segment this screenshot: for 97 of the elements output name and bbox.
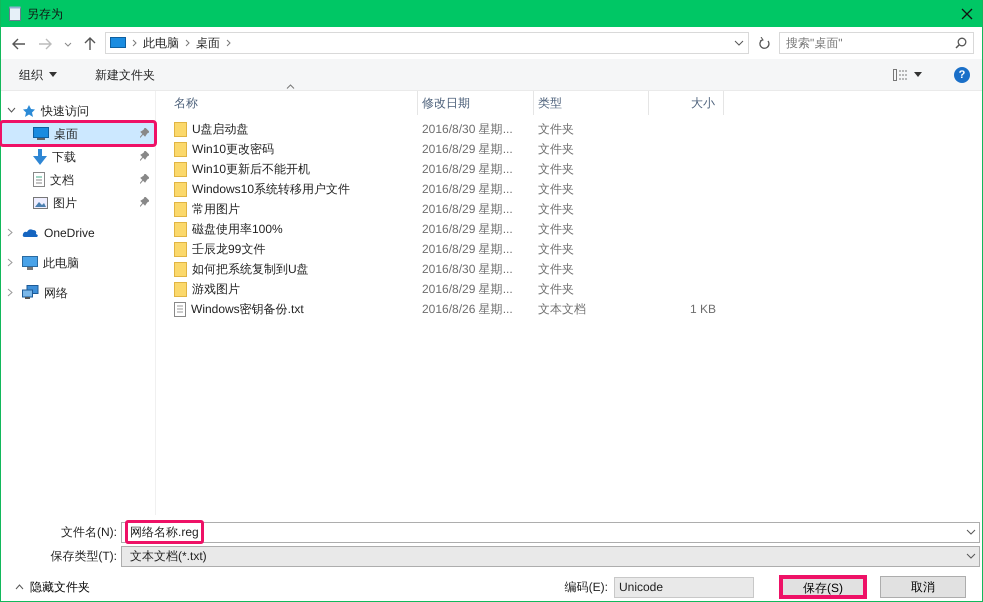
file-name-cell[interactable]: Windows密钥备份.txt <box>170 300 418 318</box>
type-cell-text: 文件夹 <box>537 141 575 158</box>
search-icon <box>955 37 967 49</box>
caret-icon <box>966 553 976 559</box>
size-cell-text: 1 KB <box>688 301 717 318</box>
file-name-cell[interactable]: 壬辰龙99文件 <box>170 240 418 258</box>
date-cell-text: 2016/8/30 星期... <box>421 261 514 278</box>
field-label: 保存类型(T): <box>49 548 118 565</box>
type-cell-text: 文件夹 <box>537 281 575 298</box>
dialog-button[interactable]: 取消 <box>880 576 966 598</box>
sidebar-item[interactable]: 文档 <box>1 168 155 191</box>
folder-icon <box>174 202 187 216</box>
dialog-button[interactable]: 保存(S) <box>780 576 866 598</box>
column-header[interactable]: 修改日期 <box>418 91 534 115</box>
sidebar-item[interactable]: 桌面 <box>1 122 155 145</box>
date-cell-text: 2016/8/29 星期... <box>421 201 514 218</box>
encoding-label: 编码(E): <box>564 579 608 596</box>
text-file-icon <box>174 302 186 316</box>
window-title: 另存为 <box>27 6 63 22</box>
folder-icon <box>174 282 187 296</box>
picture-icon <box>33 196 48 208</box>
date-cell-text: 2016/8/29 星期... <box>421 181 514 198</box>
column-header[interactable]: 大小 <box>649 91 724 115</box>
file-name-cell[interactable]: 游戏图片 <box>170 280 418 298</box>
caret-icon <box>914 72 922 77</box>
sidebar-item[interactable]: OneDrive <box>1 221 155 244</box>
type-cell-text: 文件夹 <box>537 221 575 238</box>
sidebar-item[interactable]: 图片 <box>1 191 155 214</box>
caret-icon <box>49 72 57 77</box>
new-folder-button[interactable]: 新建文件夹 <box>89 64 161 86</box>
file-name-cell[interactable]: Windows10系统转移用户文件 <box>170 180 418 198</box>
date-cell-text: 2016/8/29 星期... <box>421 161 514 178</box>
folder-icon <box>174 162 187 176</box>
type-cell-text: 文件夹 <box>537 241 575 258</box>
file-name-cell[interactable]: 常用图片 <box>170 200 418 218</box>
date-cell-text: 2016/8/29 星期... <box>421 241 514 258</box>
monitor-icon <box>33 127 49 140</box>
date-cell-text: 2016/8/26 星期... <box>421 301 514 318</box>
hide-folders-toggle[interactable]: 隐藏文件夹 <box>15 578 90 596</box>
star-icon <box>22 104 36 118</box>
folder-icon <box>174 182 187 196</box>
right-arrow-icon <box>38 38 52 50</box>
file-name-cell[interactable]: 磁盘使用率100% <box>170 220 418 238</box>
breadcrumb-item[interactable]: 此电脑 <box>143 34 179 52</box>
address-bar[interactable]: 此电脑 桌面 <box>105 32 749 54</box>
sidebar-item[interactable]: 快速访问 <box>1 99 155 122</box>
folder-icon <box>174 222 187 236</box>
help-button[interactable]: ? <box>954 66 970 82</box>
file-name-cell[interactable]: Win10更改密码 <box>170 140 418 158</box>
encoding-dropdown[interactable]: Unicode <box>614 576 754 598</box>
sidebar-item[interactable]: 下载 <box>1 145 155 168</box>
organize-button[interactable]: 组织 <box>13 64 63 86</box>
document-icon <box>33 172 45 187</box>
type-cell-text: 文件夹 <box>537 161 575 178</box>
caret-icon <box>64 42 72 47</box>
down-arrow-icon <box>33 148 47 164</box>
close-icon <box>961 8 973 20</box>
date-cell-text: 2016/8/30 星期... <box>421 121 514 138</box>
up-arrow-icon <box>84 36 96 51</box>
type-cell-text: 文件夹 <box>537 201 575 218</box>
field-label: 文件名(N): <box>60 524 118 541</box>
type-cell-text: 文本文档 <box>537 301 587 318</box>
chevron-icon <box>185 39 190 47</box>
file-name-cell[interactable]: Win10更新后不能开机 <box>170 160 418 178</box>
network-icon <box>22 285 39 300</box>
folder-icon <box>174 122 187 136</box>
monitor-icon <box>110 37 126 49</box>
folder-icon <box>174 262 187 276</box>
breadcrumb-item[interactable]: 桌面 <box>196 34 220 52</box>
type-cell-text: 文件夹 <box>537 181 575 198</box>
chevron-icon <box>226 39 231 47</box>
cloud-icon <box>22 227 39 238</box>
chevron-icon <box>132 39 137 47</box>
left-arrow-icon <box>12 38 26 50</box>
type-cell-text: 文件夹 <box>537 121 575 138</box>
caret-icon <box>734 40 744 46</box>
chevron-up-icon <box>15 584 24 590</box>
sidebar-item[interactable]: 此电脑 <box>1 251 155 274</box>
file-name-cell[interactable]: 如何把系统复制到U盘 <box>170 260 418 278</box>
folder-icon <box>174 242 187 256</box>
file-name-cell[interactable]: U盘启动盘 <box>170 120 418 138</box>
date-cell-text: 2016/8/29 星期... <box>421 281 514 298</box>
refresh-icon <box>758 37 770 50</box>
column-header[interactable]: 名称 <box>170 91 418 115</box>
type-cell-text: 文件夹 <box>537 261 575 278</box>
folder-icon <box>174 142 187 156</box>
notepad-icon <box>9 6 21 21</box>
sidebar-item[interactable]: 网络 <box>1 281 155 304</box>
file-name-field[interactable]: 网络名称.reg <box>121 522 980 542</box>
column-header[interactable]: 类型 <box>534 91 649 115</box>
date-cell-text: 2016/8/29 星期... <box>421 221 514 238</box>
caret-icon <box>966 529 976 535</box>
monitor-icon <box>22 256 38 270</box>
file-type-dropdown[interactable]: 文本文档(*.txt) <box>121 546 980 566</box>
list-view-icon <box>893 68 908 80</box>
search-field[interactable]: 搜索"桌面" <box>779 32 974 54</box>
date-cell-text: 2016/8/29 星期... <box>421 141 514 158</box>
